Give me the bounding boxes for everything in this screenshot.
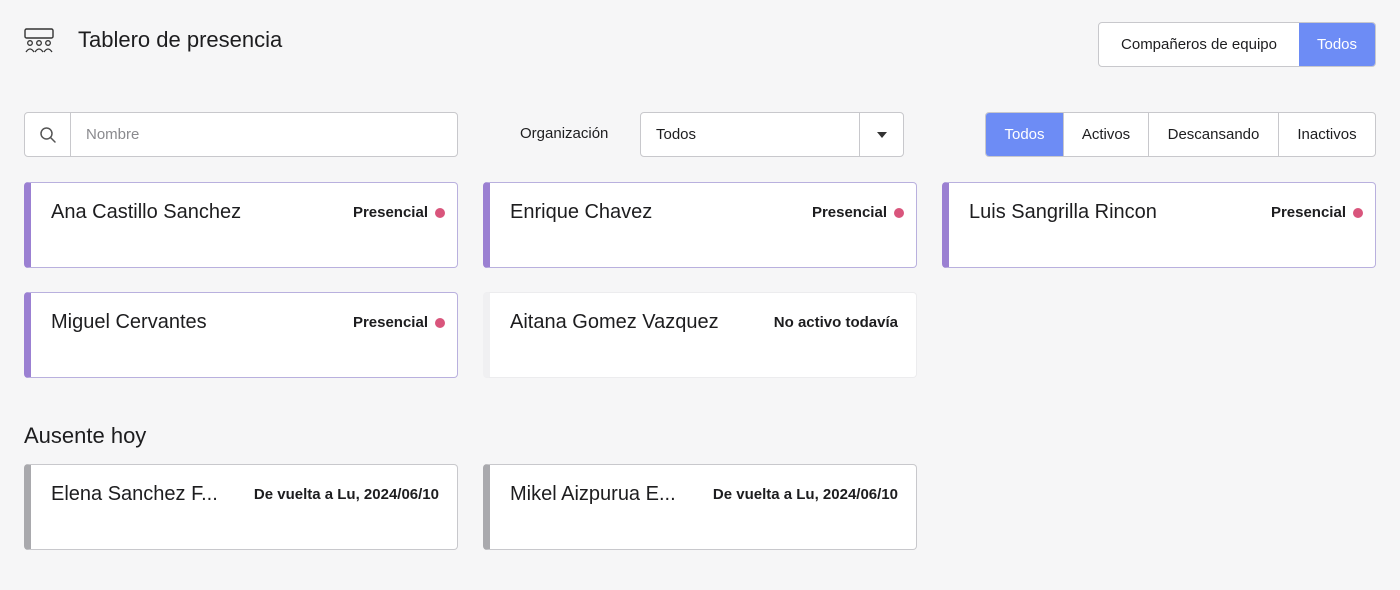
person-card[interactable]: Elena Sanchez F... De vuelta a Lu, 2024/… xyxy=(24,464,458,550)
status-dot-icon xyxy=(435,207,445,218)
chevron-down-icon[interactable] xyxy=(859,113,903,156)
person-name: Aitana Gomez Vazquez xyxy=(510,311,719,333)
search-icon[interactable] xyxy=(25,113,71,156)
search-input[interactable] xyxy=(71,113,457,156)
status-filter: Todos Activos Descansando Inactivos xyxy=(985,112,1376,157)
status-filter-active[interactable]: Activos xyxy=(1063,113,1148,156)
status-text: No activo todavía xyxy=(773,314,898,331)
status-badge: Presencial xyxy=(353,204,445,221)
person-name: Miguel Cervantes xyxy=(51,311,207,333)
status-dot-icon xyxy=(894,207,904,218)
status-dot-icon xyxy=(1353,207,1363,218)
person-card[interactable]: Enrique Chavez Presencial xyxy=(483,182,917,268)
person-name: Elena Sanchez F... xyxy=(51,483,218,505)
status-text: De vuelta a Lu, 2024/06/10 xyxy=(253,486,439,503)
scope-all-button[interactable]: Todos xyxy=(1299,23,1375,66)
return-date-badge: De vuelta a Lu, 2024/06/10 xyxy=(713,486,898,503)
scope-team-button[interactable]: Compañeros de equipo xyxy=(1099,23,1299,66)
person-card[interactable]: Aitana Gomez Vazquez No activo todavía xyxy=(483,292,917,378)
page-title: Tablero de presencia xyxy=(78,27,283,52)
scope-toggle: Compañeros de equipo Todos xyxy=(1098,22,1376,67)
person-card[interactable]: Ana Castillo Sanchez Presencial xyxy=(24,182,458,268)
status-filter-all[interactable]: Todos xyxy=(986,113,1063,156)
status-text: Presencial xyxy=(352,204,428,221)
status-badge: No activo todavía xyxy=(774,314,898,331)
status-filter-inactive[interactable]: Inactivos xyxy=(1278,113,1375,156)
status-badge: Presencial xyxy=(812,204,904,221)
person-card[interactable]: Mikel Aizpurua E... De vuelta a Lu, 2024… xyxy=(483,464,917,550)
page-header: Tablero de presencia Compañeros de equip… xyxy=(0,0,1400,90)
status-text: Presencial xyxy=(352,314,428,331)
return-date-badge: De vuelta a Lu, 2024/06/10 xyxy=(254,486,439,503)
organization-select[interactable]: Todos xyxy=(640,112,904,157)
status-dot-icon xyxy=(435,317,445,328)
status-text: Presencial xyxy=(811,204,887,221)
person-name: Mikel Aizpurua E... xyxy=(510,483,676,505)
status-badge: Presencial xyxy=(1271,204,1363,221)
status-text: Presencial xyxy=(1270,204,1346,221)
organization-label: Organización xyxy=(520,125,609,142)
absent-section-title: Ausente hoy xyxy=(24,423,147,448)
team-icon xyxy=(24,28,54,53)
status-badge: Presencial xyxy=(353,314,445,331)
organization-value: Todos xyxy=(656,126,697,143)
search-box xyxy=(24,112,458,157)
person-card[interactable]: Luis Sangrilla Rincon Presencial xyxy=(942,182,1376,268)
person-name: Ana Castillo Sanchez xyxy=(51,201,242,223)
person-name: Luis Sangrilla Rincon xyxy=(969,201,1157,223)
status-filter-resting[interactable]: Descansando xyxy=(1148,113,1278,156)
person-name: Enrique Chavez xyxy=(510,201,653,223)
status-text: De vuelta a Lu, 2024/06/10 xyxy=(712,486,898,503)
person-card[interactable]: Miguel Cervantes Presencial xyxy=(24,292,458,378)
